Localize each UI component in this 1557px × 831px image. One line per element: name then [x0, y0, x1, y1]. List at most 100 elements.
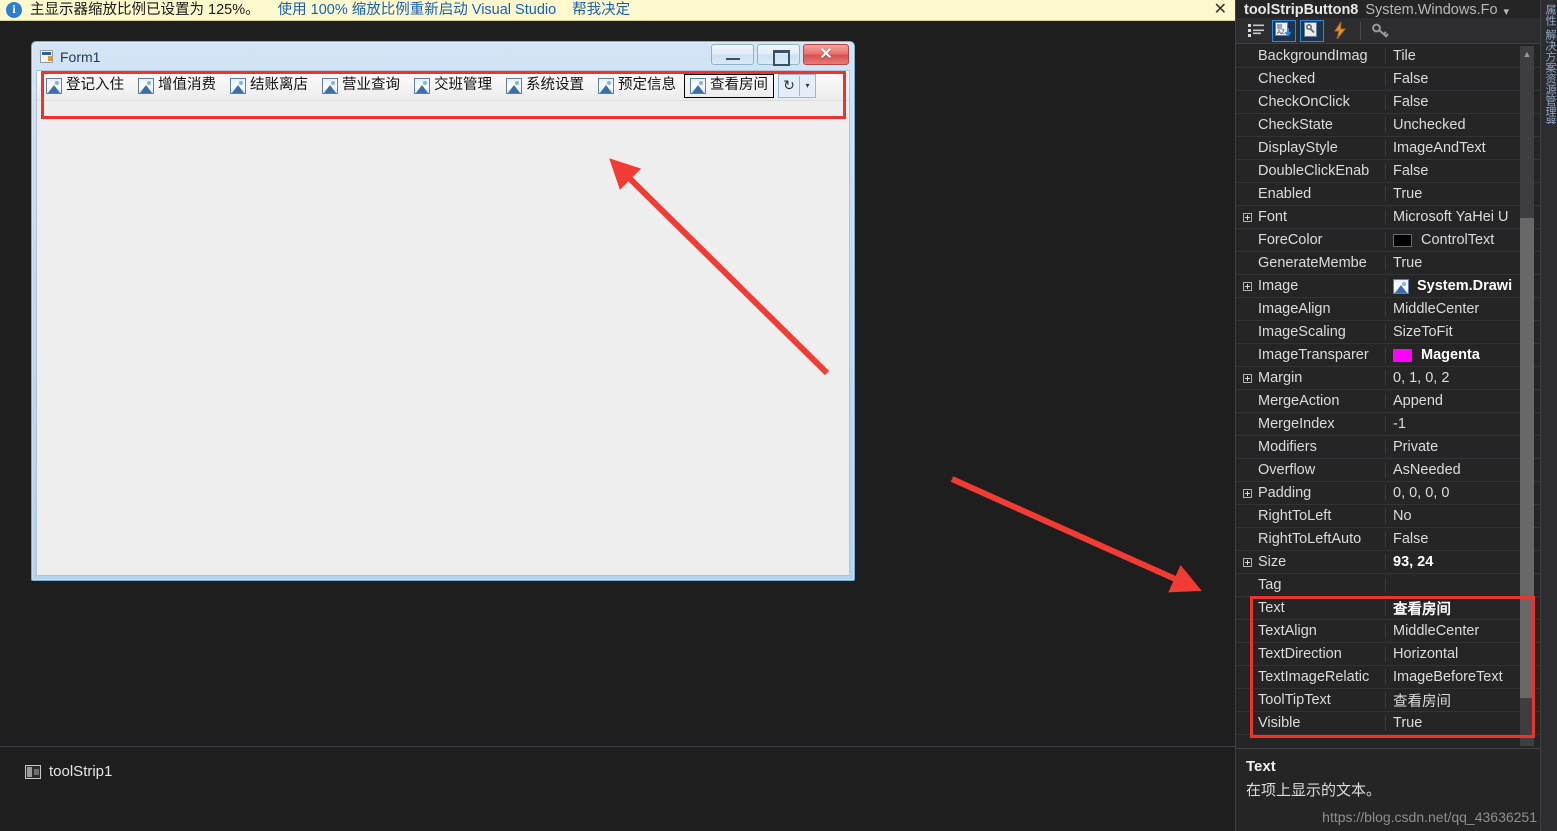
right-dock-strip[interactable]: 属性 解决方案资源管理器 [1540, 0, 1557, 831]
property-row[interactable]: CheckState Unchecked [1236, 114, 1541, 137]
property-row[interactable]: Margin 0, 1, 0, 2 [1236, 367, 1541, 390]
property-row[interactable]: ImageTransparer Magenta [1236, 344, 1541, 367]
toolstrip-button-2[interactable]: 增值消费 [132, 74, 222, 98]
property-row[interactable]: TextDirection Horizontal [1236, 643, 1541, 666]
property-row[interactable]: DisplayStyle ImageAndText [1236, 137, 1541, 160]
property-row[interactable]: ImageScaling SizeToFit [1236, 321, 1541, 344]
property-value[interactable]: False [1386, 531, 1541, 547]
property-value[interactable]: 0, 0, 0, 0 [1386, 485, 1541, 501]
property-row[interactable]: ImageAlign MiddleCenter [1236, 298, 1541, 321]
properties-list[interactable]: BackgroundImag Tile Checked False CheckOnCli… [1236, 45, 1541, 745]
property-row[interactable]: RightToLeftAuto False [1236, 528, 1541, 551]
property-value[interactable]: Private [1386, 439, 1541, 455]
property-value[interactable]: Magenta [1386, 347, 1541, 363]
component-tray[interactable]: toolStrip1 [0, 746, 1235, 831]
close-button[interactable]: ✕ [803, 44, 849, 65]
toolstrip-button-3[interactable]: 结账离店 [224, 74, 314, 98]
minimize-icon[interactable] [711, 44, 754, 65]
property-row[interactable]: Size 93, 24 [1236, 551, 1541, 574]
form-client-area[interactable]: 登记入住 增值消费 结账离店 营业查询 交班管理 系统设置 预定信息 查看房间 ↻ ▾ [36, 70, 850, 576]
property-value[interactable]: MiddleCenter [1386, 301, 1541, 317]
property-value[interactable]: ImageBeforeText [1386, 669, 1541, 685]
property-value[interactable]: -1 [1386, 416, 1541, 432]
property-value[interactable]: 查看房间 [1386, 598, 1541, 619]
toolstrip-button-6[interactable]: 系统设置 [500, 74, 590, 98]
property-row[interactable]: Checked False [1236, 68, 1541, 91]
toolstrip-button-7[interactable]: 预定信息 [592, 74, 682, 98]
scroll-up-icon[interactable]: ▲ [1520, 46, 1534, 62]
property-value[interactable]: True [1386, 715, 1541, 731]
property-row[interactable]: DoubleClickEnab False [1236, 160, 1541, 183]
property-value[interactable]: ImageAndText [1386, 140, 1541, 156]
toolstrip-button-5[interactable]: 交班管理 [408, 74, 498, 98]
property-row[interactable]: TextImageRelatic ImageBeforeText [1236, 666, 1541, 689]
expand-icon[interactable] [1236, 488, 1258, 498]
property-row[interactable]: MergeAction Append [1236, 390, 1541, 413]
events-lightning-icon[interactable] [1328, 20, 1352, 42]
property-row[interactable]: Overflow AsNeeded [1236, 459, 1541, 482]
toolstrip-button-8[interactable]: 查看房间 [684, 73, 774, 98]
properties-page-icon[interactable] [1300, 19, 1324, 42]
property-row[interactable]: Padding 0, 0, 0, 0 [1236, 482, 1541, 505]
categorized-icon[interactable] [1244, 20, 1268, 42]
toolstrip-control[interactable]: 登记入住 增值消费 结账离店 营业查询 交班管理 系统设置 预定信息 查看房间 ↻ ▾ [37, 71, 849, 101]
property-value[interactable]: Unchecked [1386, 117, 1541, 133]
property-value[interactable]: False [1386, 71, 1541, 87]
designer-surface[interactable]: Form1 ✕ 登记入住 增值消费 结账离店 营业查询 交班管理 系统设置 预定信息 查看房间… [0, 21, 1235, 746]
toolstrip-button-1[interactable]: 登记入住 [40, 74, 130, 98]
property-row[interactable]: Font Microsoft YaHei U [1236, 206, 1541, 229]
expand-icon[interactable] [1236, 373, 1258, 383]
toolstrip-button-4[interactable]: 营业查询 [316, 74, 406, 98]
property-value[interactable]: SizeToFit [1386, 324, 1541, 340]
property-row[interactable]: GenerateMembe True [1236, 252, 1541, 275]
property-value[interactable]: True [1386, 186, 1541, 202]
expand-icon[interactable] [1236, 557, 1258, 567]
expand-icon[interactable] [1236, 212, 1258, 222]
property-value[interactable]: AsNeeded [1386, 462, 1541, 478]
properties-toolbar[interactable]: AZ [1236, 18, 1540, 44]
property-row[interactable]: Text 查看房间 [1236, 597, 1541, 620]
property-value[interactable]: Microsoft YaHei U [1386, 209, 1541, 225]
property-value[interactable]: 93, 24 [1386, 554, 1541, 570]
property-value[interactable]: MiddleCenter [1386, 623, 1541, 639]
property-row[interactable]: ForeColor ControlText [1236, 229, 1541, 252]
right-dock-label[interactable]: 属性 解决方案资源管理器 [1542, 4, 1557, 124]
property-value[interactable]: System.Drawi [1386, 278, 1541, 294]
expand-icon[interactable] [1236, 281, 1258, 291]
properties-pane[interactable]: toolStripButton8 System.Windows.Fo ▾ AZ … [1235, 0, 1541, 831]
property-value[interactable]: Horizontal [1386, 646, 1541, 662]
property-row[interactable]: ToolTipText 查看房间 [1236, 689, 1541, 712]
properties-object-header[interactable]: toolStripButton8 System.Windows.Fo ▾ [1236, 0, 1540, 18]
property-value[interactable]: 查看房间 [1386, 690, 1541, 711]
property-row[interactable]: Tag [1236, 574, 1541, 597]
tray-item-toolstrip1[interactable]: toolStrip1 [0, 747, 1235, 780]
property-value[interactable]: True [1386, 255, 1541, 271]
close-icon[interactable]: ✕ [1214, 2, 1227, 18]
property-row[interactable]: CheckOnClick False [1236, 91, 1541, 114]
property-value[interactable]: False [1386, 94, 1541, 110]
property-row[interactable]: RightToLeft No [1236, 505, 1541, 528]
restart-vs-link[interactable]: 使用 100% 缩放比例重新启动 Visual Studio [278, 0, 557, 19]
property-row[interactable]: Modifiers Private [1236, 436, 1541, 459]
add-toolstrip-item-button[interactable]: ↻ ▾ [778, 73, 816, 98]
property-value[interactable]: ControlText [1386, 232, 1541, 248]
alphabetical-sort-icon[interactable]: AZ [1272, 19, 1296, 42]
property-value[interactable]: 0, 1, 0, 2 [1386, 370, 1541, 386]
property-pages-key-icon[interactable] [1369, 20, 1393, 42]
help-me-decide-link[interactable]: 帮我决定 [572, 0, 630, 19]
property-value[interactable]: Append [1386, 393, 1541, 409]
property-row[interactable]: TextAlign MiddleCenter [1236, 620, 1541, 643]
property-row[interactable]: Visible True [1236, 712, 1541, 735]
property-row[interactable]: Enabled True [1236, 183, 1541, 206]
property-row[interactable]: BackgroundImag Tile [1236, 45, 1541, 68]
property-row[interactable]: MergeIndex -1 [1236, 413, 1541, 436]
scrollbar-thumb[interactable] [1520, 218, 1534, 698]
chevron-down-icon[interactable]: ▾ [1504, 5, 1510, 18]
properties-scrollbar[interactable]: ▲ [1520, 46, 1534, 746]
property-value[interactable]: False [1386, 163, 1541, 179]
property-value[interactable]: No [1386, 508, 1541, 524]
form-designer-window[interactable]: Form1 ✕ 登记入住 增值消费 结账离店 营业查询 交班管理 系统设置 预定信息 查看房间… [31, 41, 855, 581]
maximize-icon[interactable] [757, 44, 800, 66]
property-value[interactable]: Tile [1386, 48, 1541, 64]
chevron-down-icon[interactable]: ▾ [800, 75, 815, 97]
